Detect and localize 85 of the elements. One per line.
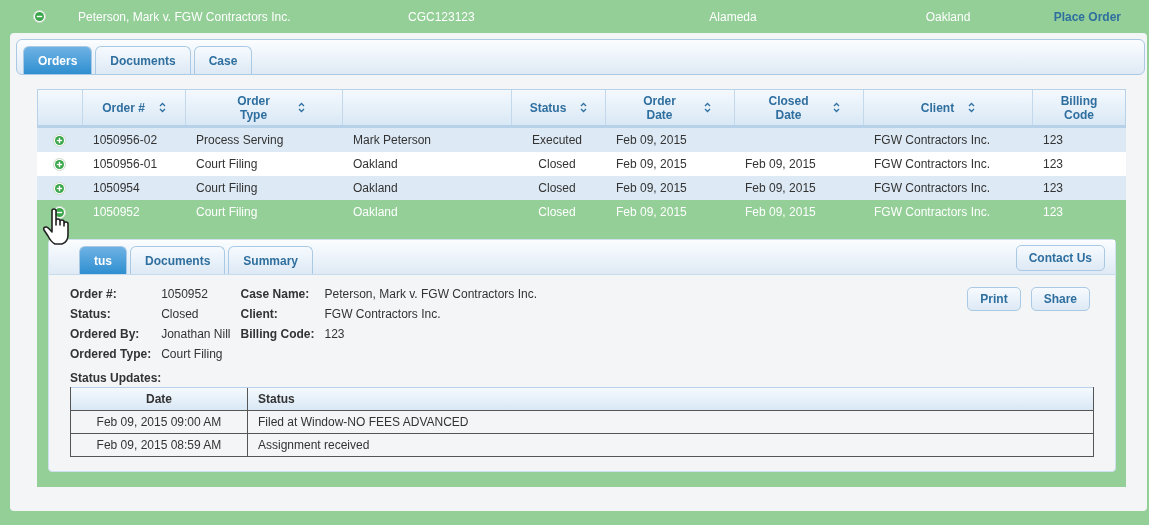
- table-cell-text: 123: [1042, 205, 1065, 219]
- county-text: Alameda: [708, 9, 758, 24]
- table-cell-text: 1050956-02: [92, 133, 159, 147]
- case-number: CGC123123: [408, 9, 476, 24]
- tab[interactable]: Summary: [228, 246, 314, 274]
- tab[interactable]: tus: [79, 246, 127, 274]
- sort-icon[interactable]: [832, 102, 840, 113]
- table-cell-text: Feb 09, 2015 08:59 AM: [95, 437, 223, 454]
- tab[interactable]: Documents: [130, 246, 226, 274]
- sort-icon[interactable]: [297, 102, 305, 113]
- field-label: Ordered By:: [70, 327, 141, 341]
- field-value: 1050952: [161, 287, 209, 301]
- column-header[interactable]: Closed Date: [758, 93, 819, 122]
- table-cell-text: 1050954: [92, 181, 141, 195]
- section-label: Status Updates:: [70, 371, 163, 385]
- table-cell-text: Feb 09, 2015: [744, 181, 817, 195]
- table-cell-text: 123: [1042, 181, 1065, 195]
- column-header[interactable]: Client: [920, 100, 955, 115]
- column-header[interactable]: Order #: [102, 100, 145, 115]
- field-value: FGW Contractors Inc.: [324, 307, 442, 321]
- field-label: Ordered Type:: [70, 347, 152, 361]
- table-cell-text: 1050956-01: [92, 157, 159, 171]
- table-cell-text: Closed: [537, 205, 577, 219]
- case-name: Peterson, Mark v. FGW Contractors Inc.: [78, 9, 292, 24]
- city-text: Oakland: [924, 9, 972, 24]
- field-label: Billing Code:: [240, 327, 315, 341]
- table-cell-text: Feb 09, 2015: [744, 157, 817, 171]
- table-cell-text: Feb 09, 2015: [615, 133, 688, 147]
- table-cell-text: FGW Contractors Inc.: [873, 133, 992, 147]
- table-cell-text: 1050952: [92, 205, 141, 219]
- table-cell-text: Oakland: [352, 157, 399, 171]
- place-order-link[interactable]: Place Order: [1038, 9, 1147, 24]
- table-cell-text: Feb 09, 2015: [744, 205, 817, 219]
- expand-icon[interactable]: [52, 133, 66, 147]
- column-header: Date: [145, 391, 173, 408]
- table-cell-text: Closed: [537, 181, 577, 195]
- field-label: Case Name:: [240, 287, 311, 301]
- table-cell-text: FGW Contractors Inc.: [873, 157, 992, 171]
- table-cell-text: Oakland: [352, 181, 399, 195]
- field-value: Peterson, Mark v. FGW Contractors Inc.: [324, 287, 537, 301]
- table-row[interactable]: 1050956-02 Process Serving Mark Peterson Executed Feb 09, 2015 FGW Contractors Inc. 123: [37, 128, 1126, 152]
- field-value: Closed: [161, 307, 200, 321]
- table-row[interactable]: 1050954 Court Filing Oakland Closed Feb 09, 2015 Feb 09, 2015 FGW Contractors Inc. 123: [37, 176, 1126, 200]
- table-cell-text: Mark Peterson: [352, 133, 433, 147]
- table-row[interactable]: 1050956-01 Court Filing Oakland Closed Feb 09, 2015 Feb 09, 2015 FGW Contractors Inc. 123: [37, 152, 1126, 176]
- field-value: 123: [324, 327, 346, 341]
- column-header[interactable]: Billing Code: [1049, 93, 1109, 122]
- table-cell-text: Process Serving: [195, 133, 285, 147]
- table-cell-text: Executed: [530, 133, 583, 147]
- column-header[interactable]: Order Type: [223, 93, 284, 122]
- table-cell-text: Court Filing: [195, 157, 259, 171]
- table-cell-text: 123: [1042, 133, 1065, 147]
- share-button[interactable]: Share: [1030, 287, 1090, 311]
- expand-icon[interactable]: [52, 157, 66, 171]
- table-cell-text: Feb 09, 2015: [615, 205, 688, 219]
- sort-icon[interactable]: [580, 102, 588, 113]
- table-cell: Assignment received: [247, 434, 1093, 456]
- field-label: Status:: [70, 307, 112, 321]
- table-cell-text: 123: [1042, 157, 1065, 171]
- tab[interactable]: Documents: [95, 46, 191, 74]
- table-cell-text: FGW Contractors Inc.: [873, 205, 992, 219]
- sort-icon[interactable]: [968, 102, 976, 113]
- table-cell-text: Closed: [537, 157, 577, 171]
- tab[interactable]: Orders: [23, 46, 93, 74]
- table-cell-text: FGW Contractors Inc.: [873, 181, 992, 195]
- column-header: Status: [247, 388, 1093, 410]
- tab[interactable]: Case: [193, 46, 253, 74]
- table-cell-text: Feb 09, 2015: [615, 157, 688, 171]
- expand-icon[interactable]: [52, 181, 66, 195]
- sort-icon[interactable]: [158, 102, 166, 113]
- field-label: Order #:: [70, 287, 118, 301]
- table-cell-text: Court Filing: [195, 205, 259, 219]
- column-header[interactable]: Status: [529, 100, 567, 115]
- field-value: Court Filing: [161, 347, 224, 361]
- sort-icon[interactable]: [703, 102, 711, 113]
- field-label: Client:: [240, 307, 279, 321]
- column-header[interactable]: Order Date: [629, 93, 690, 122]
- table-cell-text: Court Filing: [195, 181, 259, 195]
- table-cell-text: Oakland: [352, 205, 399, 219]
- table-cell: Filed at Window-NO FEES ADVANCED: [247, 411, 1093, 433]
- table-cell-text: Feb 09, 2015 09:00 AM: [95, 414, 223, 431]
- contact-us-button[interactable]: Contact Us: [1015, 245, 1105, 271]
- table-cell-text: Feb 09, 2015: [615, 181, 688, 195]
- print-button[interactable]: Print: [967, 287, 1021, 311]
- field-value: Jonathan Nill: [161, 327, 231, 341]
